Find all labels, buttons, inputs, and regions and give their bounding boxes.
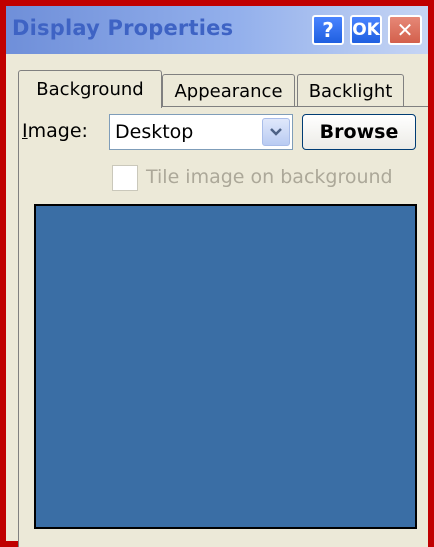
close-button[interactable]: ✕: [388, 15, 422, 45]
ok-button[interactable]: OK: [350, 15, 382, 45]
help-icon: ?: [322, 18, 334, 42]
chevron-down-glyph: [270, 128, 282, 136]
image-dropdown[interactable]: Desktop: [109, 114, 293, 150]
tile-image-checkbox[interactable]: [112, 165, 138, 191]
help-button[interactable]: ?: [312, 15, 344, 45]
tab-backlight[interactable]: Backlight: [297, 74, 404, 108]
image-label-rest: mage:: [27, 120, 88, 142]
image-dropdown-value: Desktop: [115, 121, 194, 143]
background-preview: [34, 204, 417, 529]
tab-appearance[interactable]: Appearance: [162, 74, 295, 108]
browse-button[interactable]: Browse: [302, 114, 416, 150]
window-title: Display Properties: [12, 16, 234, 40]
chevron-down-icon[interactable]: [262, 118, 290, 146]
ok-label: OK: [352, 20, 380, 40]
tab-strip: Background Appearance Backlight: [6, 54, 428, 108]
tile-image-label: Tile image on background: [146, 166, 393, 188]
tab-background[interactable]: Background: [18, 70, 162, 108]
close-icon: ✕: [396, 18, 414, 42]
image-label: Image:: [22, 120, 88, 142]
title-bar[interactable]: Display Properties ? OK ✕: [6, 6, 428, 54]
